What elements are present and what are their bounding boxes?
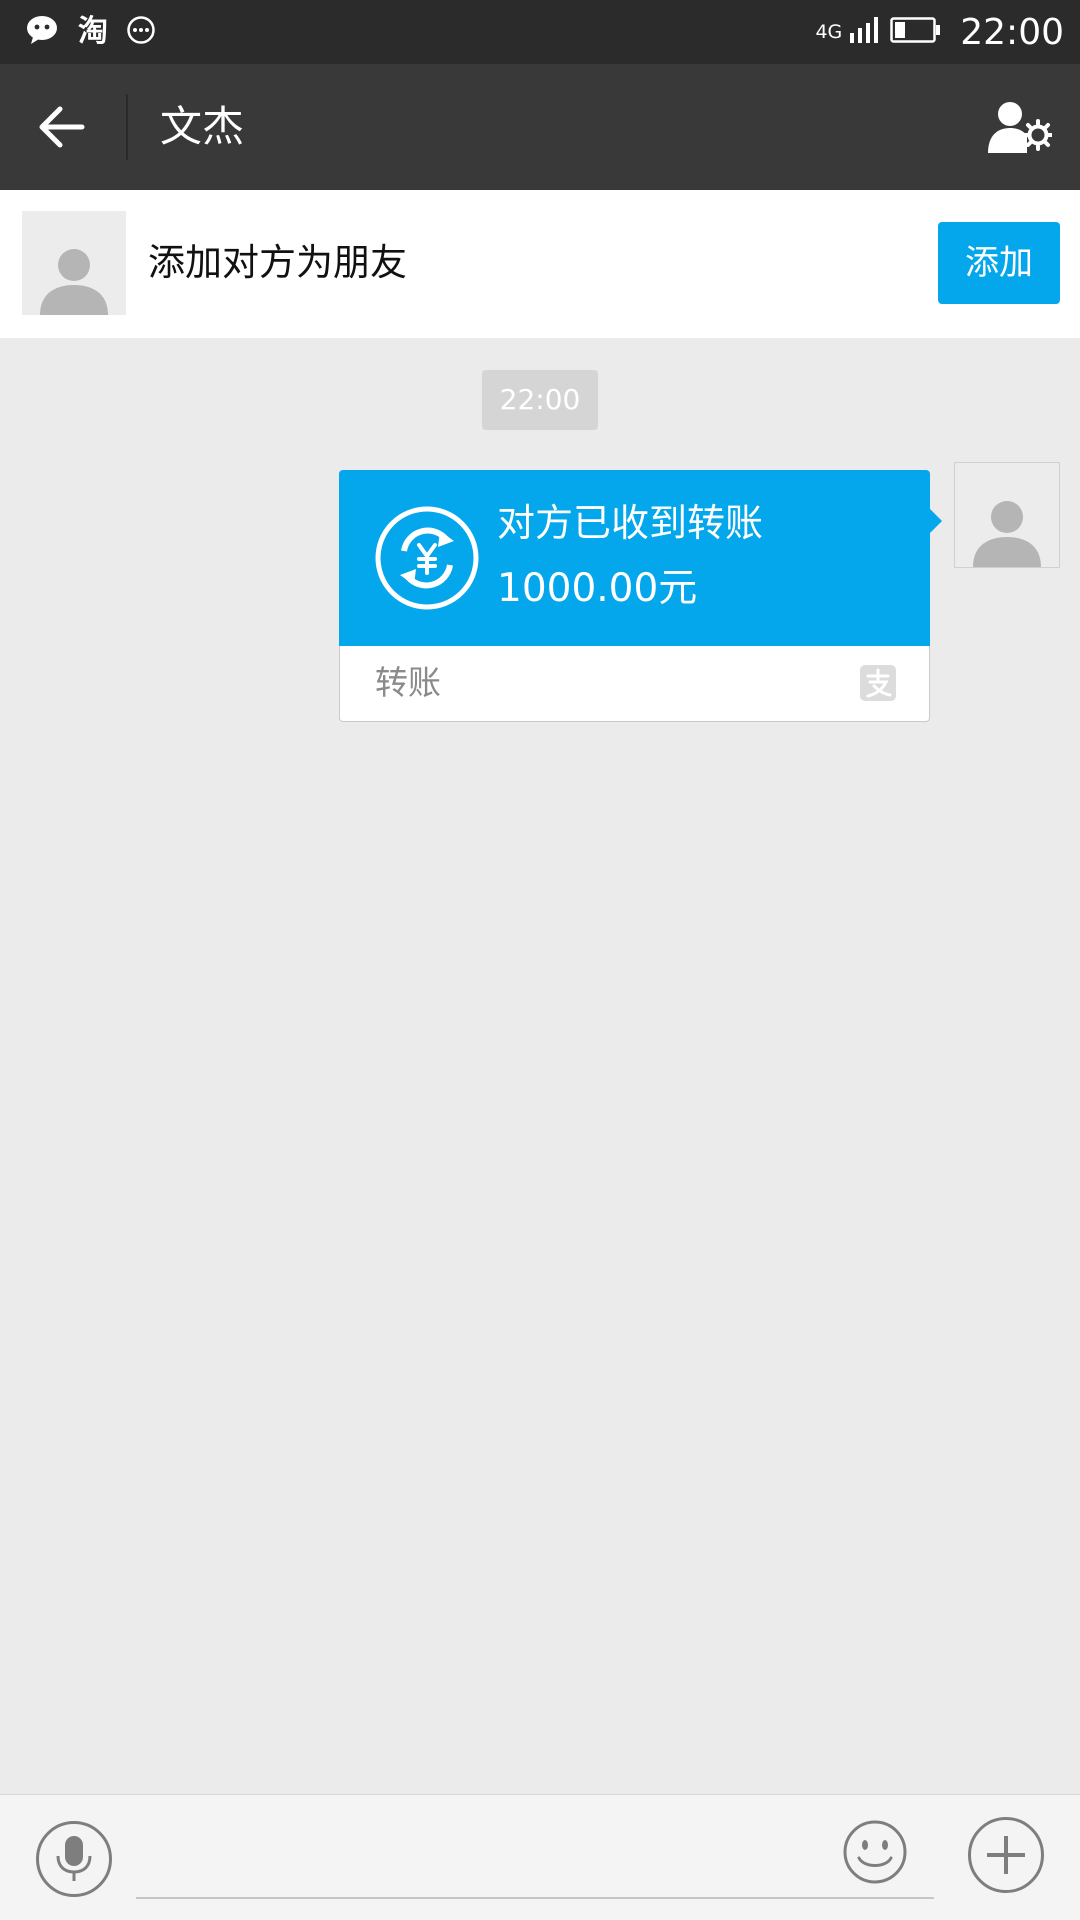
contact-avatar[interactable] (22, 211, 126, 315)
more-circle-icon (126, 15, 156, 49)
back-arrow-icon (39, 106, 85, 148)
transfer-message-card[interactable]: 对方已收到转账 1000.00元 转账 (339, 470, 942, 722)
add-friend-button[interactable]: 添加 (938, 222, 1060, 304)
self-avatar[interactable] (954, 462, 1060, 568)
emoji-icon[interactable] (842, 1819, 908, 1885)
voice-input-button[interactable] (36, 1821, 112, 1897)
title-divider (126, 94, 128, 160)
more-actions-button[interactable] (968, 1817, 1044, 1893)
transfer-status: 对方已收到转账 (497, 501, 764, 545)
transfer-type-label: 转账 (375, 663, 441, 702)
add-friend-bar: 添加对方为朋友 添加 (0, 190, 1080, 338)
user-gear-icon (988, 102, 1052, 153)
transfer-received-icon (375, 506, 479, 610)
alipay-icon (860, 665, 896, 701)
transfer-card-header: 对方已收到转账 1000.00元 (339, 470, 930, 646)
bubble-pointer (929, 508, 942, 534)
wechat-icon (26, 15, 60, 49)
title-bar: 文杰 (0, 64, 1080, 190)
back-button[interactable] (30, 97, 94, 157)
default-avatar-icon (40, 249, 108, 315)
status-bar: 淘 4G 22:00 (0, 0, 1080, 64)
taobao-icon: 淘 (78, 14, 108, 49)
default-avatar-icon (973, 501, 1041, 567)
microphone-icon (56, 1836, 92, 1881)
transfer-amount: 1000.00元 (497, 566, 698, 611)
system-status: 4G 22:00 (815, 8, 1064, 56)
signal-icon (848, 15, 880, 49)
add-friend-prompt: 添加对方为朋友 (148, 241, 407, 284)
contact-settings-button[interactable] (984, 94, 1054, 160)
message-timestamp: 22:00 (482, 370, 598, 430)
chat-input-bar (0, 1794, 1080, 1920)
network-type: 4G (815, 21, 843, 43)
battery-icon (890, 15, 942, 49)
chat-title: 文杰 (160, 102, 245, 151)
message-input[interactable] (136, 1819, 934, 1899)
transfer-card-footer: 转账 (339, 646, 930, 722)
plus-icon (987, 1836, 1025, 1874)
status-time: 22:00 (960, 11, 1064, 53)
notification-icons: 淘 (26, 12, 156, 52)
